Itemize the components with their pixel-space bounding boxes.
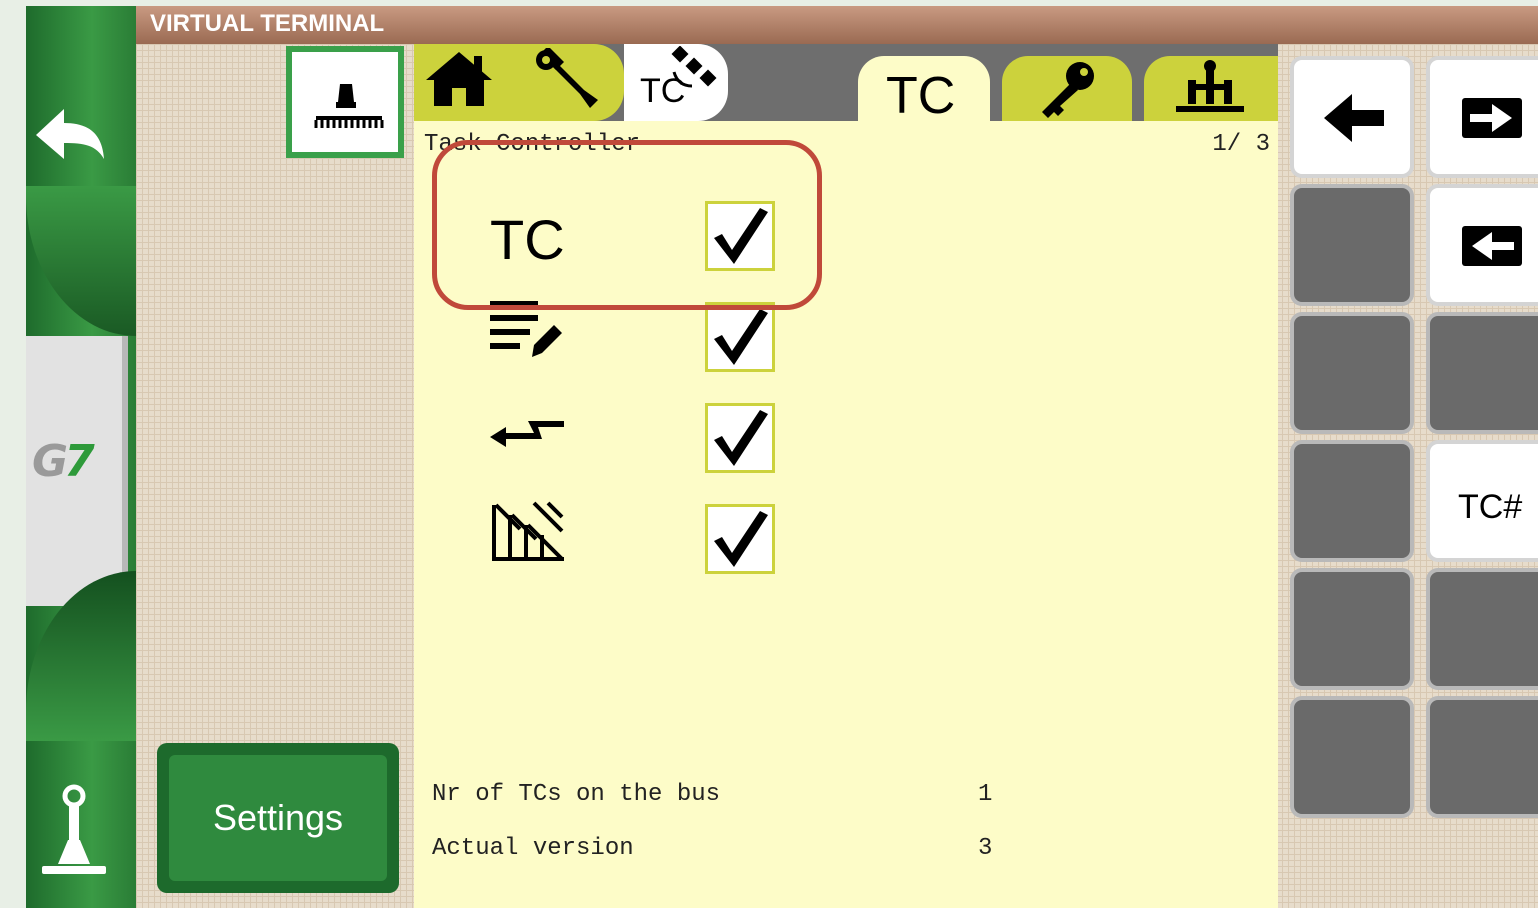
joystick-icon[interactable] [38,784,110,880]
info-version-value: 3 [978,835,993,862]
sidebar-curve-top [26,186,136,336]
info-tc-count-value: 1 [978,781,993,808]
implement-selector[interactable] [286,46,404,158]
left-sidebar: G7 [26,6,136,908]
softkey-empty-6[interactable] [1426,568,1538,690]
checkmark-icon [714,511,768,567]
app-title: VIRTUAL TERMINAL [150,10,385,37]
option-section-checkbox[interactable] [705,504,775,574]
home-icon[interactable] [424,50,494,108]
tab-strip: TC TC [414,44,1278,125]
seeder-icon [314,84,384,128]
softkey-empty-8[interactable] [1426,696,1538,818]
info-version-label: Actual version [432,835,634,862]
softkey-empty-5[interactable] [1290,568,1414,690]
tc-hash-label: TC# [1458,488,1523,526]
softkey-tc-hash[interactable]: TC# [1426,440,1538,562]
softkey-enter-left[interactable] [1426,184,1538,306]
satellite-icon [671,46,717,88]
page-indicator: 1/ 3 [1212,131,1270,158]
arrow-left-icon [1324,94,1384,142]
list-edit-icon [490,301,562,357]
back-arrow-icon[interactable] [34,101,106,173]
tab-key[interactable] [1002,56,1132,121]
tab-tc-satellite[interactable]: TC [624,44,728,121]
softkey-enter-right[interactable] [1426,56,1538,178]
section-control-icon [492,501,564,561]
tab-implement[interactable] [1144,56,1278,121]
implement-icon [1176,60,1244,112]
g7-logo: G7 [32,436,95,487]
box-arrow-right-icon [1462,98,1522,138]
softkey-arrow-left[interactable] [1290,56,1414,178]
title-bar: VIRTUAL TERMINAL [136,6,1538,44]
softkey-empty-1[interactable] [1290,184,1414,306]
tab-tc-active[interactable]: TC [858,56,990,125]
wrench-icon[interactable] [534,48,600,110]
softkey-empty-2[interactable] [1290,312,1414,434]
highlight-annotation [432,140,822,310]
softkey-empty-4[interactable] [1290,440,1414,562]
settings-label: Settings [169,755,387,881]
softkey-empty-3[interactable] [1426,312,1538,434]
box-arrow-left-icon [1462,226,1522,266]
tc-active-label: TC [886,67,956,125]
option-swap-checkbox[interactable] [705,403,775,473]
softkey-empty-7[interactable] [1290,696,1414,818]
settings-button[interactable]: Settings [157,743,399,893]
tab-group-home [414,44,624,121]
checkmark-icon [714,309,768,365]
key-icon [1042,62,1094,118]
option-list-checkbox[interactable] [705,302,775,372]
swap-arrows-icon [490,421,564,447]
checkmark-icon [714,410,768,466]
info-tc-count-label: Nr of TCs on the bus [432,781,721,808]
